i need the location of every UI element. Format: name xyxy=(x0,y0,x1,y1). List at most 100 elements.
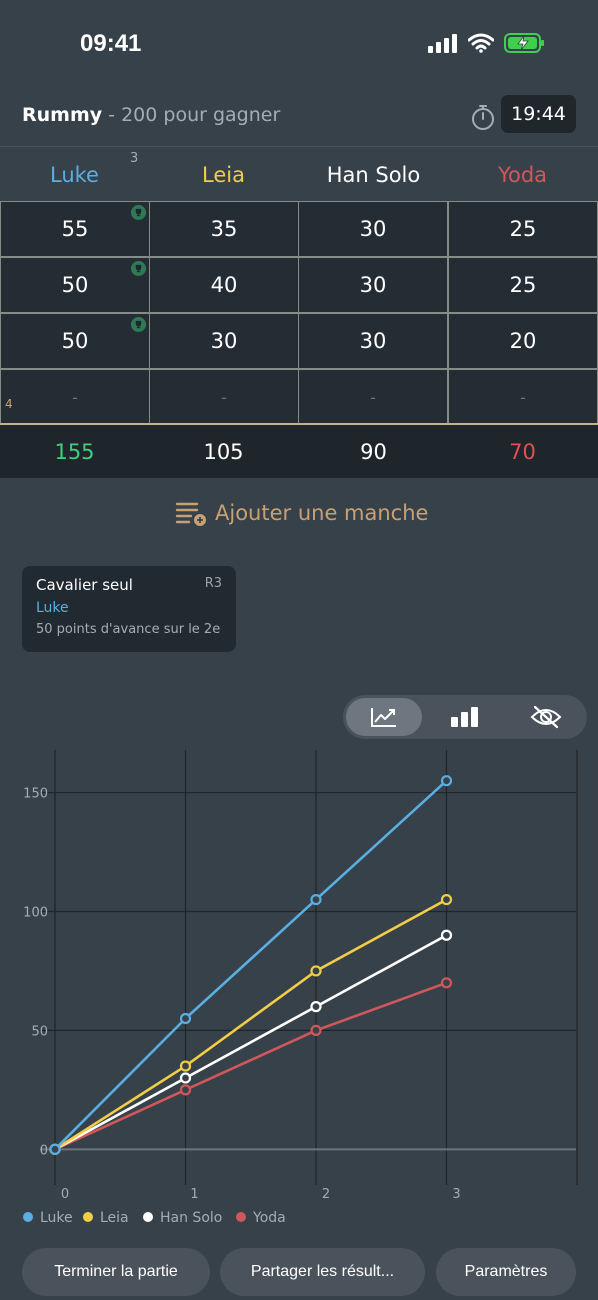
status-time: 09:41 xyxy=(80,30,142,57)
legend-marker xyxy=(83,1212,93,1222)
bar-chart-button[interactable] xyxy=(427,698,503,736)
player-name-leia[interactable]: Leia xyxy=(149,147,298,203)
data-point xyxy=(440,977,453,989)
signal-icon xyxy=(428,34,457,53)
score-cell[interactable]: - xyxy=(448,369,598,425)
rounds-won-badge: 3 xyxy=(130,151,139,166)
trophy-icon xyxy=(131,205,146,220)
add-round-button[interactable]: Ajouter une manche xyxy=(175,499,428,527)
score-cell[interactable]: 50 xyxy=(0,313,150,369)
player-header-row: Luke 3 Leia Han Solo Yoda xyxy=(0,146,598,202)
add-list-icon xyxy=(175,502,206,526)
score-value: 50 xyxy=(61,273,89,297)
game-name: Rummy xyxy=(22,104,103,126)
score-value: 50 xyxy=(61,329,89,353)
series-line xyxy=(54,934,448,1151)
data-point xyxy=(179,1084,192,1096)
table-row: 50 30 30 20 xyxy=(0,313,598,369)
data-point xyxy=(179,1072,192,1084)
game-subtitle: - 200 pour gagner xyxy=(102,104,281,126)
share-results-button[interactable]: Partager les résult... xyxy=(220,1248,425,1296)
x-tick-label: 0 xyxy=(61,1187,69,1202)
data-point xyxy=(310,1001,322,1013)
data-point xyxy=(310,965,322,977)
footer-actions: Terminer la partie Partager les résult..… xyxy=(0,1248,598,1300)
score-cell[interactable]: 30 xyxy=(298,201,448,257)
achievement-card[interactable]: Cavalier seul R3 Luke 50 points d'avance… xyxy=(22,566,236,652)
stopwatch-icon[interactable] xyxy=(470,103,496,131)
data-point xyxy=(179,1012,192,1025)
end-game-button[interactable]: Terminer la partie xyxy=(22,1248,210,1296)
score-value: - xyxy=(72,387,78,407)
score-cell[interactable]: 30 xyxy=(298,257,448,313)
hide-icon xyxy=(530,705,562,729)
data-point xyxy=(310,1024,322,1037)
data-point xyxy=(440,929,453,941)
achievement-player: Luke xyxy=(36,600,69,616)
score-cell[interactable]: 50 xyxy=(0,257,150,313)
series-line xyxy=(54,779,448,1151)
data-point xyxy=(179,1060,192,1072)
totals-row: 155 105 90 70 xyxy=(0,423,598,478)
status-bar: 09:41 xyxy=(0,0,598,90)
total-leia: 105 xyxy=(203,439,244,464)
hide-chart-button[interactable] xyxy=(508,698,584,736)
data-point xyxy=(440,775,453,787)
score-cell[interactable]: 25 xyxy=(448,201,598,257)
page-title: Rummy - 200 pour gagner xyxy=(22,104,280,126)
data-point xyxy=(49,1143,61,1155)
achievement-round: R3 xyxy=(204,576,222,591)
score-cell[interactable]: 55 xyxy=(0,201,150,257)
line-chart-icon xyxy=(371,708,396,727)
legend-label: Yoda xyxy=(252,1210,286,1225)
legend-label: Leia xyxy=(100,1210,129,1225)
x-tick-label: 2 xyxy=(322,1187,330,1202)
score-cell[interactable]: 20 xyxy=(448,313,598,369)
data-point xyxy=(310,893,322,906)
y-tick-label: 150 xyxy=(23,787,48,802)
score-cell[interactable]: 35 xyxy=(149,201,299,257)
total-han-solo: 90 xyxy=(360,439,387,464)
score-cell[interactable]: - xyxy=(149,369,299,425)
table-row: 55 35 30 25 xyxy=(0,201,598,257)
wifi-icon xyxy=(468,33,494,53)
bar-chart-icon xyxy=(451,707,478,727)
battery-charging-icon xyxy=(504,33,544,53)
score-cell[interactable]: -4 xyxy=(0,369,150,425)
score-cell[interactable]: 30 xyxy=(149,313,299,369)
table-row: 50 40 30 25 xyxy=(0,257,598,313)
table-row: -4 - - - xyxy=(0,369,598,425)
legend-marker xyxy=(143,1212,153,1222)
player-name-luke[interactable]: Luke xyxy=(0,147,149,203)
player-name-han-solo[interactable]: Han Solo xyxy=(299,147,448,203)
series-line xyxy=(54,898,448,1151)
score-line-chart: 0 50 100 150 0 1 2 3 Luke Leia Han Solo Yoda xyxy=(23,750,578,1225)
x-tick-label: 1 xyxy=(190,1187,198,1202)
data-point xyxy=(440,893,453,906)
y-tick-label: 0 xyxy=(40,1143,48,1158)
player-name-yoda[interactable]: Yoda xyxy=(448,147,597,203)
score-cell[interactable]: 25 xyxy=(448,257,598,313)
x-tick-label: 3 xyxy=(452,1187,460,1202)
trophy-icon xyxy=(131,317,146,332)
score-cell[interactable]: 30 xyxy=(298,313,448,369)
add-round-label: Ajouter une manche xyxy=(215,501,429,525)
round-number: 4 xyxy=(5,397,13,411)
score-value: 55 xyxy=(61,217,89,241)
line-chart-button[interactable] xyxy=(346,698,422,736)
achievement-description: 50 points d'avance sur le 2e xyxy=(36,622,221,637)
score-cell[interactable]: 40 xyxy=(149,257,299,313)
status-icons xyxy=(428,32,546,54)
legend-label: Luke xyxy=(40,1210,73,1225)
legend-marker xyxy=(236,1212,246,1222)
achievement-title: Cavalier seul xyxy=(36,576,133,594)
legend-marker xyxy=(23,1212,33,1222)
game-timer[interactable]: 19:44 xyxy=(501,95,576,133)
total-yoda: 70 xyxy=(509,439,536,464)
settings-button[interactable]: Paramètres xyxy=(436,1248,576,1296)
game-header: Rummy - 200 pour gagner 19:44 xyxy=(0,90,598,146)
chart-type-toggle xyxy=(343,695,587,739)
total-luke: 155 xyxy=(54,439,95,464)
score-cell[interactable]: - xyxy=(298,369,448,425)
legend-label: Han Solo xyxy=(160,1210,222,1225)
